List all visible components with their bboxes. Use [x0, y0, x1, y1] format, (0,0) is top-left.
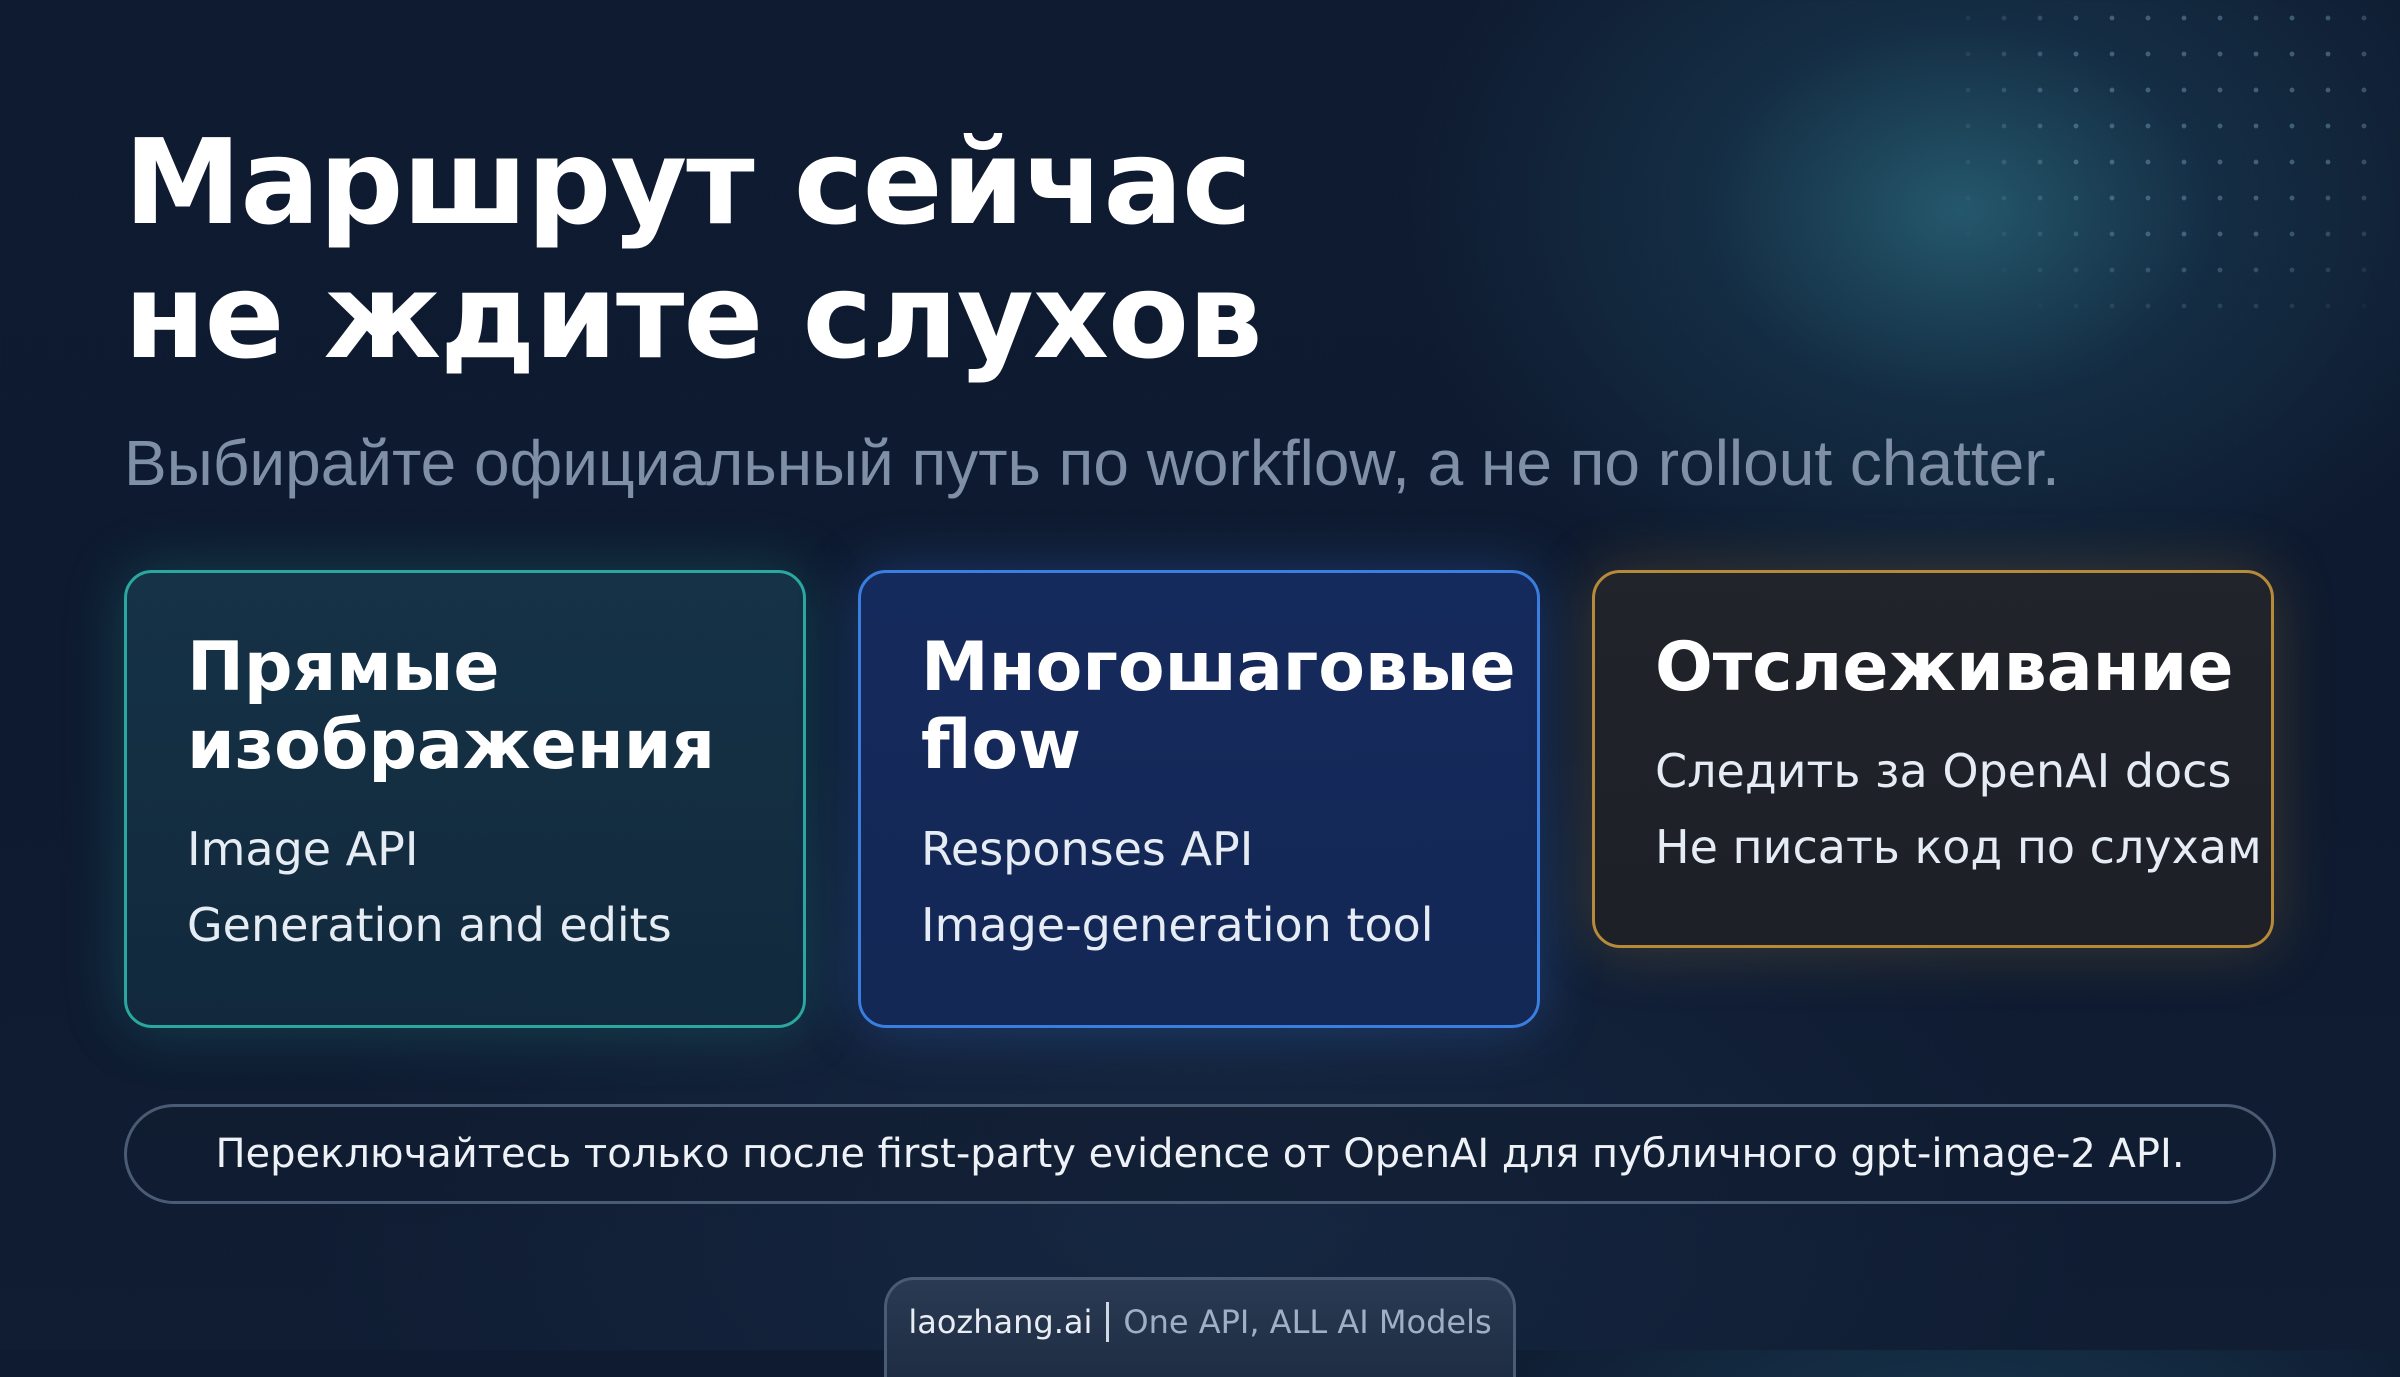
- card-line: Следить за OpenAI docs: [1655, 744, 2232, 798]
- card-heading: Прямые изображения: [187, 628, 715, 785]
- brand-separator: [1106, 1302, 1110, 1342]
- dot-grid-decoration: [1950, 0, 2370, 340]
- brand-tagline: One API, ALL AI Models: [1123, 1303, 1492, 1341]
- card-line: Image API: [187, 822, 419, 876]
- brand-name: laozhang.ai: [908, 1303, 1093, 1341]
- notice-banner: Переключайтесь только после first-party …: [124, 1104, 2276, 1204]
- notice-text: Переключайтесь только после first-party …: [215, 1131, 2185, 1177]
- card-line: Responses API: [921, 822, 1254, 876]
- card-line: Не писать код по слухам: [1655, 820, 2262, 874]
- card-line: Image-generation tool: [921, 898, 1434, 952]
- page-title: Маршрут сейчас не ждите слухов: [124, 113, 1263, 385]
- card-line: Generation and edits: [187, 898, 672, 952]
- card-tracking: Отслеживание Следить за OpenAI docs Не п…: [1592, 570, 2274, 948]
- card-heading: Отслеживание: [1655, 628, 2234, 707]
- page-subtitle: Выбирайте официальный путь по workflow, …: [124, 427, 2060, 499]
- title-line-2: не ждите слухов: [124, 247, 1263, 385]
- card-direct-images: Прямые изображения Image API Generation …: [124, 570, 806, 1028]
- title-line-1: Маршрут сейчас: [124, 113, 1252, 251]
- footer-brand-badge[interactable]: laozhang.ai One API, ALL AI Models: [884, 1277, 1516, 1377]
- card-heading: Многошаговые flow: [921, 628, 1516, 785]
- card-multistep-flow: Многошаговые flow Responses API Image-ge…: [858, 570, 1540, 1028]
